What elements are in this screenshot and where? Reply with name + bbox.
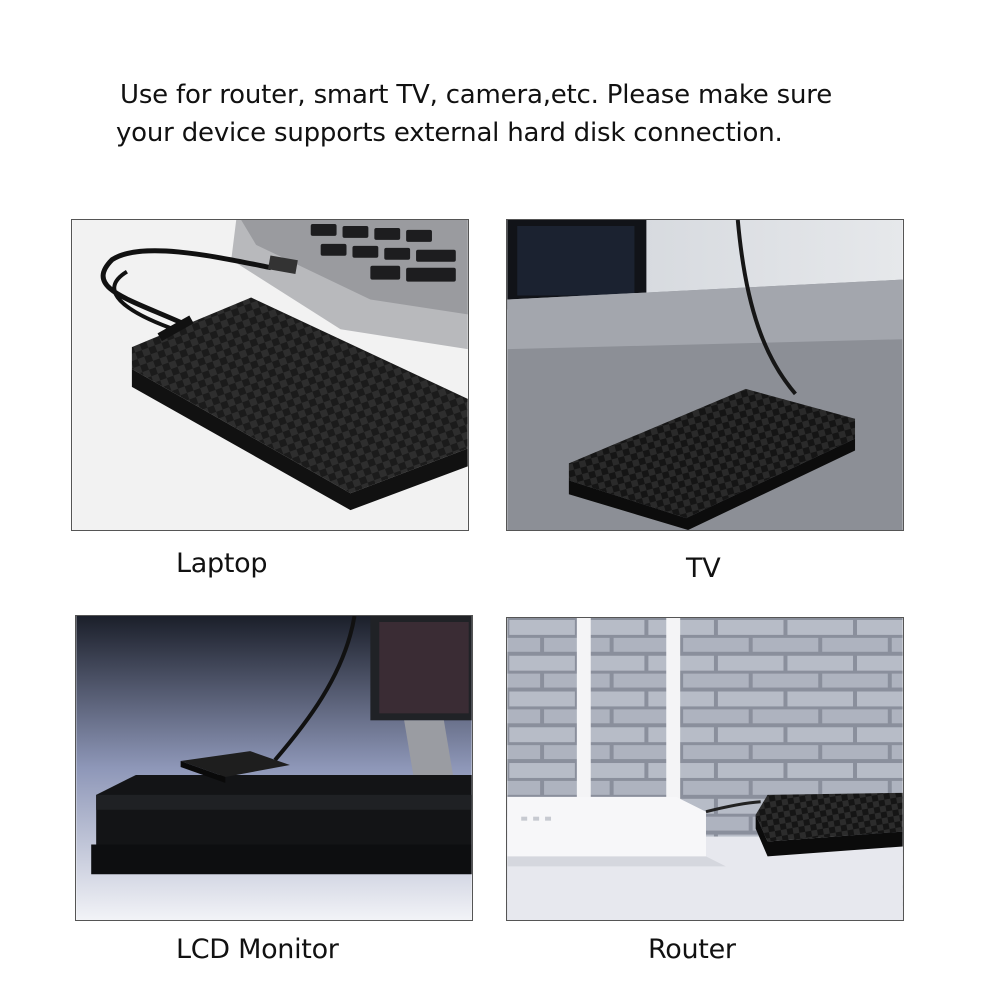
laptop-photo bbox=[71, 219, 469, 531]
headline-text: Use for router, smart TV, camera,etc. Pl… bbox=[116, 76, 916, 152]
lcd-monitor-illustration bbox=[76, 616, 472, 920]
headline-line-1: Use for router, smart TV, camera,etc. Pl… bbox=[120, 80, 832, 110]
caption-laptop: Laptop bbox=[176, 548, 268, 579]
tv-photo bbox=[506, 219, 904, 531]
router-photo bbox=[506, 617, 904, 921]
router-illustration bbox=[507, 618, 903, 920]
headline-line-2: your device supports external hard disk … bbox=[116, 118, 783, 148]
caption-router: Router bbox=[648, 934, 736, 965]
laptop-illustration bbox=[72, 220, 468, 530]
tv-illustration bbox=[507, 220, 903, 530]
caption-tv: TV bbox=[686, 553, 721, 584]
lcd-monitor-photo bbox=[75, 615, 473, 921]
caption-lcd-monitor: LCD Monitor bbox=[176, 934, 339, 965]
